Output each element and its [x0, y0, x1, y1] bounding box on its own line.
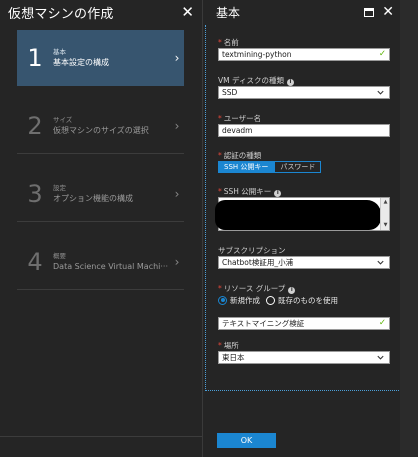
step-main-label: 基本設定の構成: [53, 58, 109, 67]
maximize-icon[interactable]: [364, 7, 375, 17]
use-existing-label: 既存のものを使用: [278, 295, 338, 305]
basics-blade: 基本 ✕ * 名前 textmining-python ✓ VM ディスクの種類 i…: [202, 0, 400, 457]
subscription-field-group: サブスクリプション Chatbot検証用_小浦: [218, 245, 390, 269]
create-vm-title: 仮想マシンの作成: [8, 6, 114, 22]
ssh-key-label: SSH 公開キー: [223, 187, 272, 196]
create-new-label: 新規作成: [230, 295, 260, 305]
name-value: textmining-python: [222, 50, 292, 59]
resource-group-name-group: テキストマイニング検証 ✓: [218, 317, 390, 330]
footer-bar: OK: [203, 431, 399, 451]
step-small-label: 概要: [53, 251, 66, 260]
location-select[interactable]: 東日本: [218, 351, 390, 364]
vm-disk-value: SSD: [222, 88, 238, 97]
chevron-down-icon: [377, 355, 384, 360]
step-small-label: サイズ: [53, 115, 73, 124]
step-number: 3: [27, 179, 43, 208]
resource-group-value: テキストマイニング検証: [222, 319, 305, 328]
ssh-key-option[interactable]: SSH 公開キー: [218, 161, 275, 173]
background-edge: [400, 0, 418, 457]
ok-button[interactable]: OK: [217, 433, 276, 448]
username-field-group: * ユーザー名 devadm: [218, 113, 390, 137]
location-field-group: * 場所 東日本: [218, 340, 390, 364]
step-main-label: 仮想マシンのサイズの選択: [53, 125, 149, 135]
step-number: 4: [27, 247, 43, 276]
username-input[interactable]: devadm: [218, 124, 390, 137]
radio-use-existing[interactable]: 既存のものを使用: [266, 295, 338, 306]
step-basics[interactable]: 1 基本 基本設定の構成 ›: [17, 30, 184, 86]
ssh-key-field-group: * SSH 公開キー i ▲ ▼: [215, 186, 390, 231]
name-label: 名前: [223, 38, 239, 47]
checkmark-icon: ✓: [378, 49, 386, 59]
auth-type-toggle: SSH 公開キー パスワード: [218, 161, 390, 173]
required-marker: *: [218, 114, 222, 123]
scrollbar[interactable]: ▲ ▼: [380, 198, 389, 230]
username-value: devadm: [222, 126, 253, 135]
basics-header: 基本 ✕: [203, 0, 401, 24]
step-settings[interactable]: 3 設定 オプション機能の構成 ›: [17, 166, 184, 222]
step-summary[interactable]: 4 概要 Data Science Virtual Machi··· ›: [17, 234, 184, 290]
required-marker: *: [218, 38, 222, 47]
divider: [0, 436, 202, 437]
chevron-right-icon: ›: [174, 118, 180, 133]
create-vm-header: 仮想マシンの作成 ✕: [0, 0, 202, 24]
info-icon[interactable]: i: [274, 190, 282, 197]
step-number: 1: [27, 44, 43, 72]
step-number: 2: [27, 111, 43, 140]
radio-unselected-icon: [266, 295, 275, 305]
chevron-down-icon: [377, 260, 384, 265]
name-input[interactable]: textmining-python ✓: [218, 48, 390, 61]
location-label: 場所: [223, 341, 239, 350]
required-marker: *: [218, 284, 222, 293]
resource-group-input[interactable]: テキストマイニング検証 ✓: [218, 317, 390, 330]
radio-create-new[interactable]: 新規作成: [218, 295, 260, 306]
name-field-group: * 名前 textmining-python ✓: [218, 37, 390, 61]
radio-selected-icon: [218, 295, 227, 305]
ssh-key-textarea[interactable]: ▲ ▼: [215, 197, 390, 231]
wizard-steps: 1 基本 基本設定の構成 › 2 サイズ 仮想マシンのサイズの選択 › 3 設定…: [17, 30, 184, 302]
resource-group-label: リソース グループ: [223, 284, 286, 293]
step-main-label: Data Science Virtual Machi···: [53, 261, 169, 271]
step-small-label: 基本: [53, 48, 66, 56]
step-size[interactable]: 2 サイズ 仮想マシンのサイズの選択 ›: [17, 98, 184, 154]
resource-group-radios: 新規作成 既存のものを使用: [218, 294, 390, 306]
chevron-right-icon: ›: [174, 186, 180, 201]
vm-disk-select[interactable]: SSD: [218, 86, 390, 99]
step-small-label: 設定: [53, 183, 66, 192]
username-label: ユーザー名: [223, 114, 262, 123]
resource-group-field-group: * リソース グループ i 新規作成 既存のものを使用: [218, 283, 390, 306]
vm-disk-label: VM ディスクの種類: [218, 76, 284, 85]
info-icon[interactable]: i: [288, 287, 296, 294]
scroll-up-icon[interactable]: ▲: [382, 199, 389, 206]
info-icon[interactable]: i: [286, 79, 294, 86]
chevron-right-icon: ›: [174, 254, 180, 269]
chevron-down-icon: [377, 90, 384, 95]
basics-title: 基本: [216, 5, 241, 20]
location-value: 東日本: [222, 353, 245, 362]
close-icon[interactable]: ✕: [181, 4, 194, 20]
subscription-select[interactable]: Chatbot検証用_小浦: [218, 256, 390, 269]
subscription-label: サブスクリプション: [218, 246, 286, 255]
auth-type-label: 認証の種類: [223, 151, 262, 160]
chevron-right-icon: ›: [174, 51, 180, 65]
create-vm-blade: 仮想マシンの作成 ✕ 1 基本 基本設定の構成 › 2 サイズ 仮想マシンのサイ…: [0, 0, 202, 457]
auth-type-field-group: * 認証の種類 SSH 公開キー パスワード: [218, 150, 390, 173]
required-marker: *: [218, 341, 222, 350]
step-main-label: オプション機能の構成: [53, 193, 133, 203]
required-marker: *: [218, 151, 222, 160]
password-option[interactable]: パスワード: [274, 161, 322, 173]
subscription-value: Chatbot検証用_小浦: [222, 258, 294, 267]
close-icon[interactable]: ✕: [382, 5, 394, 19]
required-marker: *: [218, 187, 222, 196]
checkmark-icon: ✓: [378, 318, 386, 328]
scroll-down-icon[interactable]: ▼: [382, 222, 389, 229]
redaction-mark: [215, 200, 381, 230]
vm-disk-field-group: VM ディスクの種類 i SSD: [218, 75, 390, 99]
